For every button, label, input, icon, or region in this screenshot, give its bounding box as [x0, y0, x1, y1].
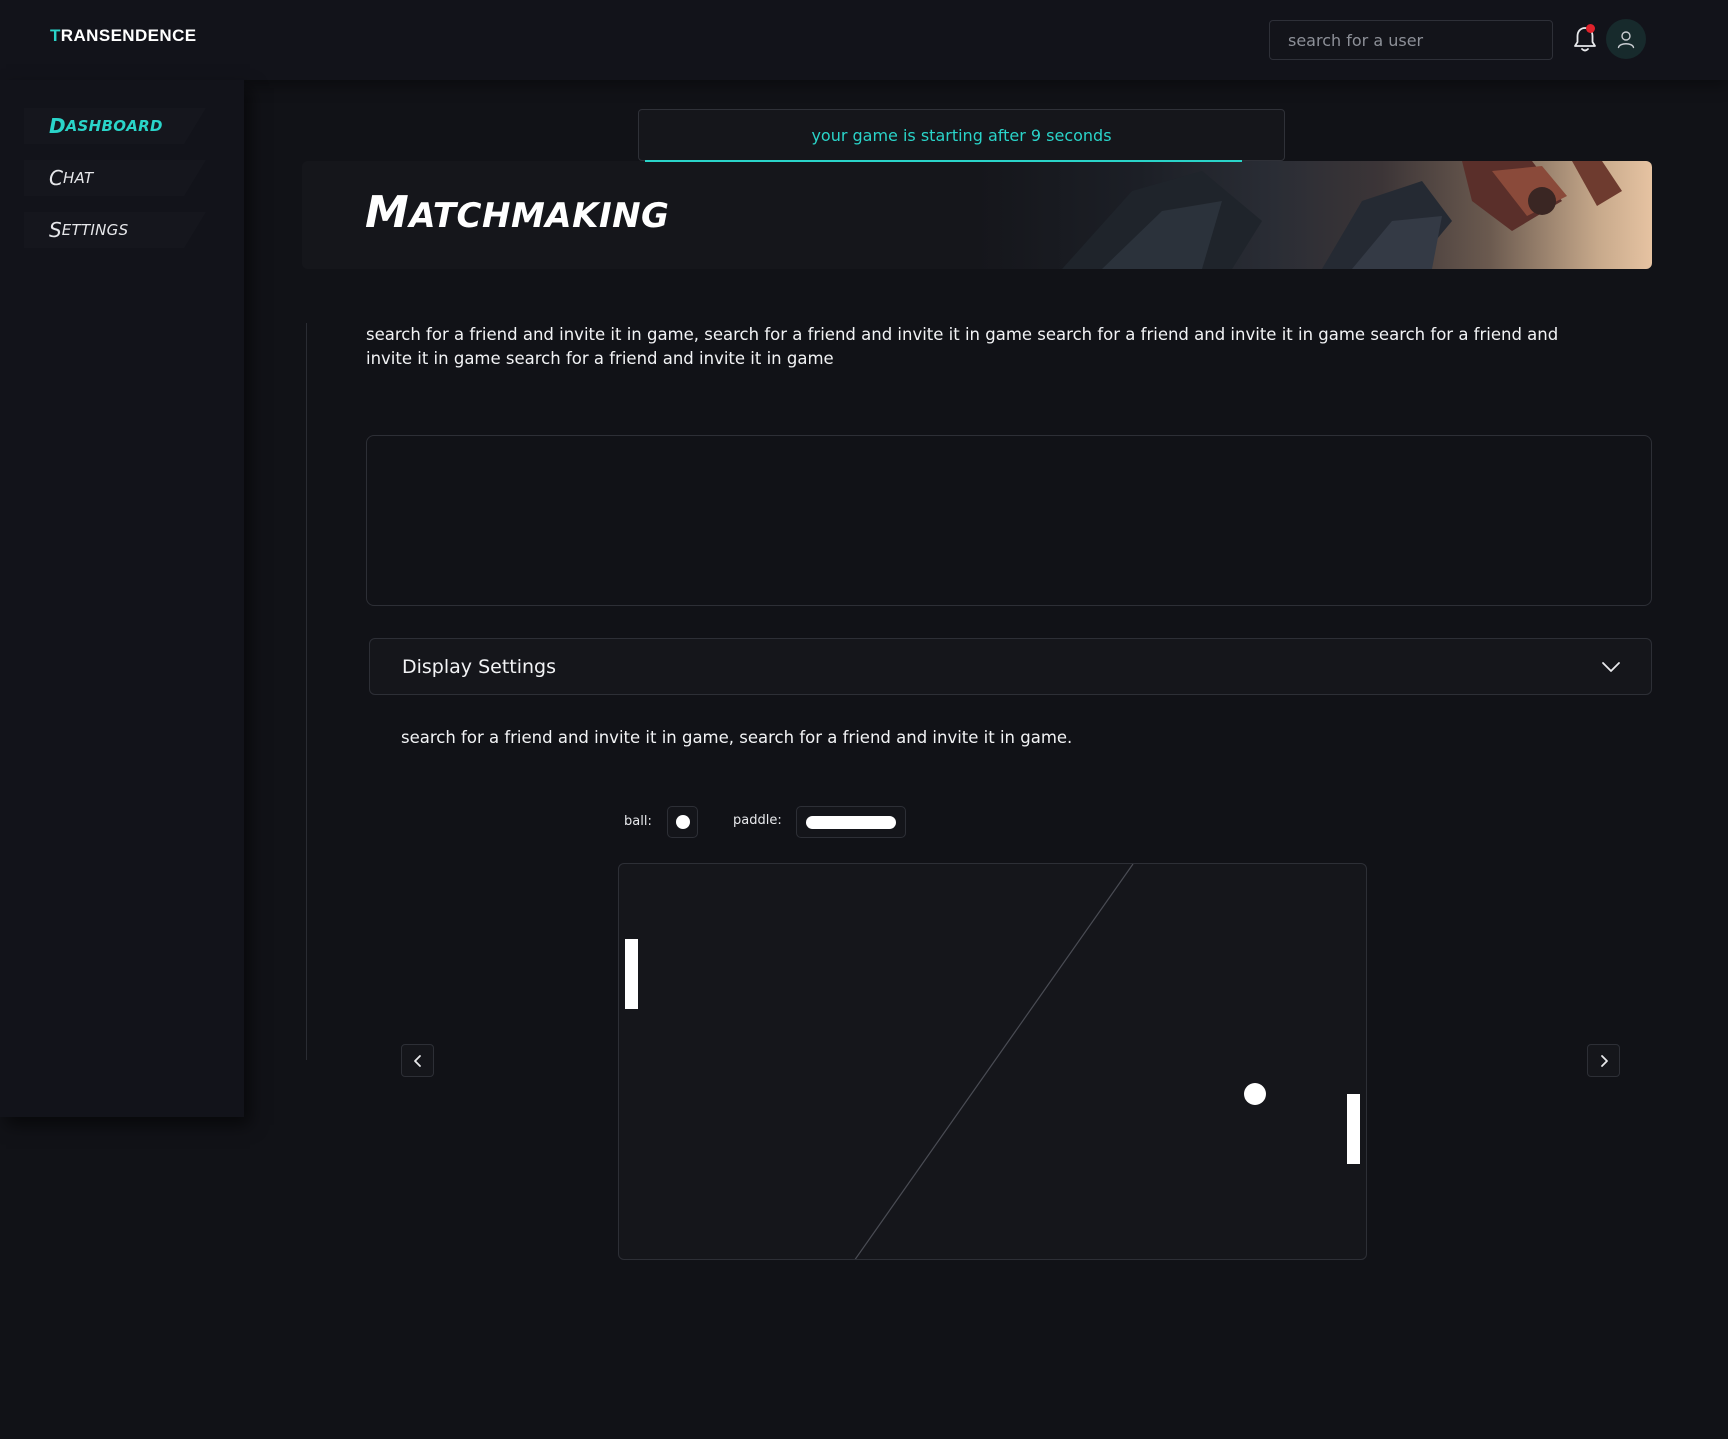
sidebar: D ASHBOARD C HAT S ETTINGS: [0, 80, 244, 1117]
previous-button[interactable]: [401, 1044, 434, 1077]
page-title-text: ATCHMAKING: [409, 196, 670, 236]
user-icon: [1617, 31, 1635, 49]
top-bar: TRANSENDENCE: [0, 0, 1728, 80]
game-canvas: [625, 864, 1360, 1259]
ball-preview: [675, 815, 690, 829]
paddle-label: paddle:: [733, 813, 782, 828]
logo-accent-letter: T: [50, 26, 61, 45]
chevron-down-icon: [1602, 662, 1620, 672]
matchmaking-panel: [366, 435, 1652, 606]
matchmaking-description: search for a friend and invite it in gam…: [366, 325, 1559, 368]
sidebar-item-label: ETTINGS: [61, 221, 129, 239]
ball-style-selector[interactable]: [667, 806, 698, 838]
toast-message: your game is starting after 9 seconds: [811, 125, 1112, 145]
sidebar-item-chat[interactable]: C HAT: [24, 160, 206, 196]
paddle-style-selector[interactable]: [796, 806, 906, 838]
chevron-left-icon: [413, 1054, 421, 1067]
sidebar-item-label-initial: C: [49, 166, 63, 190]
display-settings-title: Display Settings: [402, 655, 557, 678]
page-banner: MATCHMAKING: [302, 161, 1652, 269]
sidebar-item-label-initial: D: [49, 114, 66, 138]
toast-progress-bar: [645, 160, 1242, 162]
sidebar-item-label-initial: S: [49, 218, 62, 242]
avatar-button[interactable]: [1606, 19, 1646, 59]
sidebar-item-settings[interactable]: S ETTINGS: [24, 212, 206, 248]
display-settings-description: search for a friend and invite it in gam…: [401, 728, 1073, 747]
ball-label: ball:: [624, 814, 652, 829]
display-settings-accordion[interactable]: Display Settings: [369, 638, 1652, 695]
chevron-right-icon: [1600, 1054, 1608, 1067]
page-title: MATCHMAKING: [365, 187, 669, 238]
right-paddle: [1347, 1094, 1360, 1164]
sidebar-item-dashboard[interactable]: D ASHBOARD: [24, 108, 206, 144]
game-start-toast: your game is starting after 9 seconds: [638, 109, 1285, 161]
sidebar-item-label: ASHBOARD: [65, 117, 163, 135]
content-divider: [306, 323, 307, 1060]
user-search-input[interactable]: [1269, 20, 1553, 60]
notification-badge: [1586, 24, 1595, 33]
game-preview: [618, 863, 1367, 1260]
paddle-preview: [806, 815, 896, 829]
sidebar-item-label: HAT: [62, 169, 94, 187]
app-logo[interactable]: TRANSENDENCE: [50, 26, 197, 46]
page-title-initial: M: [365, 187, 410, 238]
next-button[interactable]: [1587, 1044, 1620, 1077]
court-divider-line: [854, 864, 1134, 1259]
ball: [1244, 1083, 1266, 1105]
left-paddle: [625, 939, 638, 1009]
logo-text: RANSENDENCE: [60, 26, 197, 45]
